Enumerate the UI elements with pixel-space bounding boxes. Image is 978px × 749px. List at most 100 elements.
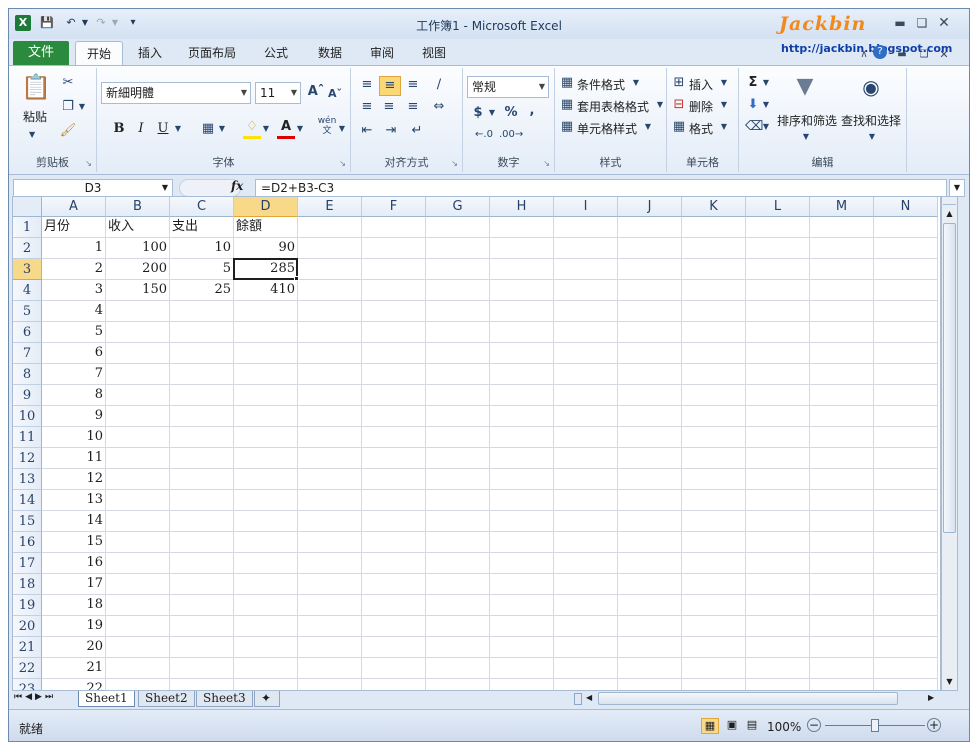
cell[interactable]	[746, 385, 810, 406]
cell[interactable]	[234, 679, 298, 690]
column-header[interactable]: M	[810, 197, 874, 217]
cell[interactable]	[554, 427, 618, 448]
cell[interactable]	[618, 217, 682, 238]
cell[interactable]	[490, 301, 554, 322]
cell[interactable]	[874, 343, 938, 364]
cell[interactable]	[618, 343, 682, 364]
cell[interactable]	[106, 322, 170, 343]
row-header[interactable]: 6	[13, 322, 42, 343]
cell[interactable]	[490, 532, 554, 553]
cell[interactable]	[490, 637, 554, 658]
vertical-scroll-thumb[interactable]	[943, 223, 956, 533]
comma-button[interactable]: ,	[525, 102, 539, 120]
fill-color-dropdown-icon[interactable]: ▼	[261, 120, 271, 138]
cell[interactable]	[810, 469, 874, 490]
cell[interactable]	[426, 217, 490, 238]
cell[interactable]	[682, 364, 746, 385]
cell[interactable]: 7	[42, 364, 106, 385]
cell[interactable]	[106, 301, 170, 322]
cell[interactable]	[618, 427, 682, 448]
cell[interactable]	[746, 322, 810, 343]
split-handle[interactable]	[943, 197, 956, 205]
clear-dropdown-icon[interactable]: ▼	[761, 118, 771, 136]
scroll-right-icon[interactable]: ▶	[928, 693, 934, 702]
cell[interactable]: 150	[106, 280, 170, 301]
doc-minimize-icon[interactable]: ▬	[893, 47, 911, 63]
cell[interactable]	[298, 238, 362, 259]
cell[interactable]	[746, 511, 810, 532]
row-header[interactable]: 23	[13, 679, 42, 690]
font-color-dropdown-icon[interactable]: ▼	[295, 120, 305, 138]
cell[interactable]: 收入	[106, 217, 170, 238]
cell[interactable]: 16	[42, 553, 106, 574]
font-launcher-icon[interactable]: ↘	[339, 159, 346, 168]
cell[interactable]	[362, 574, 426, 595]
cell[interactable]	[106, 595, 170, 616]
cell[interactable]: 13	[42, 490, 106, 511]
insert-cells-dropdown-icon[interactable]: ▼	[719, 74, 729, 92]
cell[interactable]	[234, 301, 298, 322]
cell[interactable]	[362, 364, 426, 385]
cell[interactable]	[106, 343, 170, 364]
format-painter-icon[interactable]: 🖌	[59, 122, 77, 140]
cell[interactable]	[426, 238, 490, 259]
align-center-icon[interactable]: ≡	[379, 98, 399, 116]
cell[interactable]	[490, 553, 554, 574]
cell[interactable]	[362, 511, 426, 532]
cell[interactable]	[554, 343, 618, 364]
cell[interactable]	[810, 364, 874, 385]
name-box[interactable]: D3 ▼	[13, 179, 173, 197]
cell[interactable]	[746, 532, 810, 553]
cell[interactable]	[298, 469, 362, 490]
cell[interactable]	[426, 616, 490, 637]
phonetic-dropdown-icon[interactable]: ▼	[337, 120, 347, 138]
cell[interactable]	[362, 322, 426, 343]
cell[interactable]	[682, 595, 746, 616]
format-cells-icon[interactable]: ▦	[671, 118, 687, 136]
font-size-dropdown-icon[interactable]: ▼	[291, 83, 297, 103]
cell[interactable]	[682, 280, 746, 301]
cell[interactable]	[170, 364, 234, 385]
cell[interactable]	[746, 679, 810, 690]
cell[interactable]	[746, 427, 810, 448]
cell[interactable]	[170, 427, 234, 448]
cell[interactable]	[746, 280, 810, 301]
cell[interactable]: 15	[42, 532, 106, 553]
tab-page-layout[interactable]: 页面布局	[181, 41, 243, 65]
cell[interactable]	[618, 553, 682, 574]
cell[interactable]	[234, 448, 298, 469]
cell[interactable]: 10	[42, 427, 106, 448]
cell[interactable]	[874, 679, 938, 690]
cell[interactable]: 21	[42, 658, 106, 679]
cell[interactable]	[298, 427, 362, 448]
doc-restore-icon[interactable]: ❑	[915, 47, 933, 63]
ribbon-minimize-icon[interactable]: ∧	[855, 47, 873, 63]
autosum-button[interactable]: Σ	[745, 74, 761, 92]
column-header[interactable]: H	[490, 197, 554, 217]
cell[interactable]	[106, 658, 170, 679]
cell[interactable]	[618, 511, 682, 532]
cell[interactable]	[106, 511, 170, 532]
cell[interactable]	[810, 217, 874, 238]
cell[interactable]: 17	[42, 574, 106, 595]
cell[interactable]	[298, 322, 362, 343]
decrease-indent-icon[interactable]: ⇤	[357, 122, 377, 140]
cell[interactable]	[682, 616, 746, 637]
row-header[interactable]: 16	[13, 532, 42, 553]
cell[interactable]	[298, 532, 362, 553]
cell[interactable]	[554, 532, 618, 553]
cell[interactable]	[426, 469, 490, 490]
row-header[interactable]: 19	[13, 595, 42, 616]
sort-filter-icon[interactable]: ▼	[791, 72, 819, 102]
cell[interactable]	[490, 364, 554, 385]
column-header[interactable]: L	[746, 197, 810, 217]
shrink-font-icon[interactable]: Aˇ	[327, 85, 343, 103]
cell[interactable]	[362, 427, 426, 448]
format-cells-dropdown-icon[interactable]: ▼	[719, 118, 729, 136]
find-select-icon[interactable]: ◉	[857, 72, 885, 102]
cell[interactable]	[682, 637, 746, 658]
cell[interactable]	[106, 616, 170, 637]
cell[interactable]: 8	[42, 385, 106, 406]
cell[interactable]	[874, 406, 938, 427]
cell[interactable]	[810, 427, 874, 448]
